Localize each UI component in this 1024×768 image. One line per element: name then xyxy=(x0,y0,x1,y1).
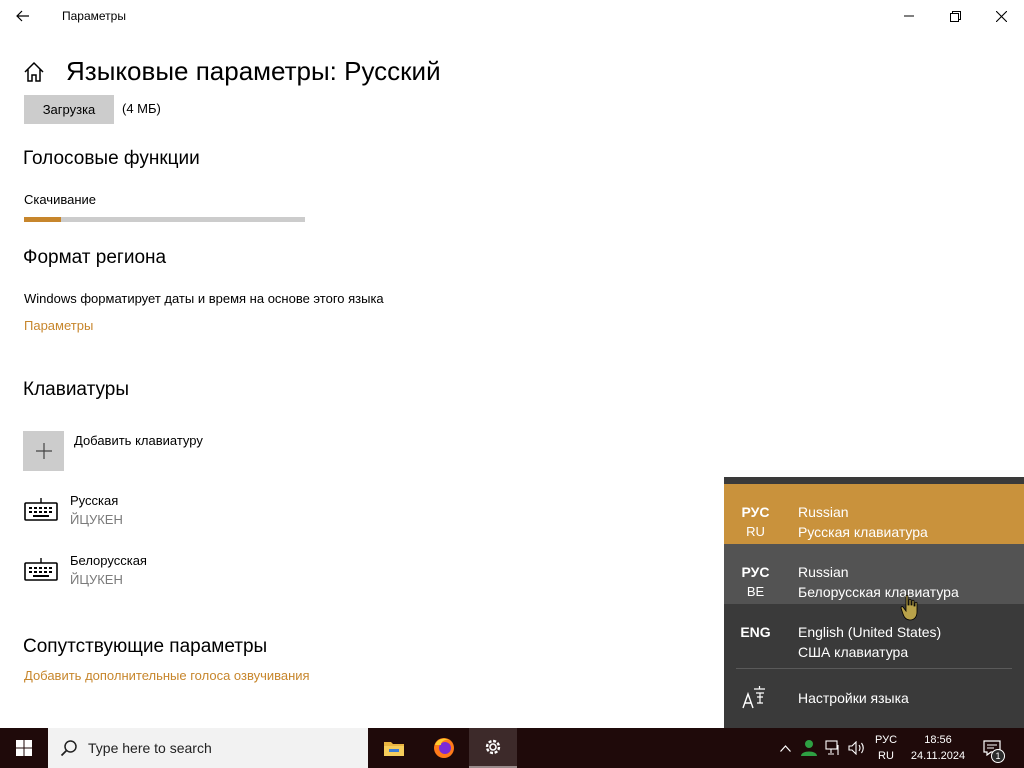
restore-icon xyxy=(949,10,961,22)
download-button[interactable]: Загрузка xyxy=(24,95,114,124)
close-icon xyxy=(995,10,1007,22)
taskbar-file-explorer[interactable] xyxy=(370,728,418,768)
download-progress-fill xyxy=(24,217,61,222)
lang-name: Russian xyxy=(798,504,849,520)
taskbar: Type here to search РУС RU 18:56 24.11.2… xyxy=(0,728,1024,768)
lang-keyboard: Русская клавиатура xyxy=(798,524,928,540)
minimize-icon xyxy=(904,15,914,17)
notification-badge: 1 xyxy=(991,749,1005,763)
chevron-up-icon xyxy=(779,744,791,752)
language-settings-link[interactable]: Настройки языка xyxy=(798,690,909,706)
flyout-separator xyxy=(736,668,1012,669)
language-settings-icon[interactable] xyxy=(741,684,767,710)
keyboard-icon xyxy=(24,558,58,581)
keyboards-heading: Клавиатуры xyxy=(23,379,130,400)
tray-input-language[interactable]: РУС RU xyxy=(868,732,904,764)
taskbar-search-box[interactable]: Type here to search xyxy=(48,728,368,768)
file-explorer-icon xyxy=(384,742,404,756)
mouse-cursor-icon xyxy=(900,594,918,621)
keyboard-name: Русская xyxy=(70,493,119,508)
download-status: Скачивание xyxy=(24,192,97,207)
download-size: (4 МБ) xyxy=(122,101,161,116)
maximize-button[interactable] xyxy=(932,0,978,32)
lang-abbr: РУС xyxy=(741,504,770,520)
voice-heading: Голосовые функции xyxy=(23,148,200,169)
lang-item-russian-ru[interactable]: РУС RU Russian Русская клавиатура xyxy=(724,484,1024,544)
plus-icon xyxy=(35,443,52,459)
lang-region: RU xyxy=(746,524,765,539)
lang-name: English (United States) xyxy=(798,624,942,640)
home-icon[interactable] xyxy=(23,61,45,83)
tray-lang-top: РУС xyxy=(874,734,898,746)
lang-abbr: ENG xyxy=(740,624,771,640)
search-icon xyxy=(60,740,77,757)
region-description: Windows форматирует даты и время на осно… xyxy=(24,291,384,306)
keyboard-layout: ЙЦУКЕН xyxy=(70,512,123,527)
title-bar: Параметры xyxy=(0,0,1024,32)
add-voices-link[interactable]: Добавить дополнительные голоса озвучиван… xyxy=(24,668,310,683)
taskbar-settings[interactable] xyxy=(469,728,517,768)
windows-logo-icon xyxy=(16,740,32,756)
keyboard-item-russian[interactable]: Русская ЙЦУКЕН xyxy=(24,491,324,535)
back-arrow-icon xyxy=(16,10,29,22)
keyboard-item-belarusian[interactable]: Белорусская ЙЦУКЕН xyxy=(24,551,324,595)
tray-volume[interactable] xyxy=(846,728,868,768)
start-button[interactable] xyxy=(0,728,48,768)
lang-name: Russian xyxy=(798,564,849,580)
close-button[interactable] xyxy=(978,0,1024,32)
lang-region: BE xyxy=(746,584,765,599)
region-heading: Формат региона xyxy=(23,247,167,268)
user-status-icon xyxy=(801,740,817,756)
lang-item-russian-be[interactable]: РУС BE Russian Белорусская клавиатура xyxy=(724,544,1024,604)
lang-abbr: РУС xyxy=(741,564,770,580)
download-progress-bar xyxy=(24,217,305,222)
region-settings-link[interactable]: Параметры xyxy=(24,318,93,333)
tray-date: 24.11.2024 xyxy=(910,750,966,762)
related-heading: Сопутствующие параметры xyxy=(23,636,268,657)
lang-keyboard: Белорусская клавиатура xyxy=(798,584,959,600)
add-keyboard-button[interactable] xyxy=(23,431,64,471)
language-flyout: РУС RU Russian Русская клавиатура РУС BE… xyxy=(724,477,1024,728)
keyboard-icon xyxy=(24,498,58,521)
tray-lang-bottom: RU xyxy=(878,750,894,762)
settings-gear-icon xyxy=(485,739,501,755)
tray-clock[interactable]: 18:56 24.11.2024 xyxy=(906,732,970,764)
minimize-button[interactable] xyxy=(886,0,932,32)
network-icon xyxy=(825,740,839,755)
tray-overflow-button[interactable] xyxy=(776,728,794,768)
speaker-icon xyxy=(848,741,864,755)
tray-network[interactable] xyxy=(822,728,844,768)
window-title: Параметры xyxy=(62,9,126,23)
taskbar-firefox[interactable] xyxy=(420,728,468,768)
keyboard-layout: ЙЦУКЕН xyxy=(70,572,123,587)
lang-item-english-us[interactable]: ENG English (United States) США клавиату… xyxy=(724,604,1024,664)
keyboard-name: Белорусская xyxy=(70,553,147,568)
search-placeholder: Type here to search xyxy=(88,740,212,756)
add-keyboard-label[interactable]: Добавить клавиатуру xyxy=(74,433,203,448)
tray-user-status[interactable] xyxy=(798,728,820,768)
lang-keyboard: США клавиатура xyxy=(798,644,909,660)
firefox-icon xyxy=(434,738,454,758)
tray-time: 18:56 xyxy=(924,734,952,746)
back-button[interactable] xyxy=(0,0,46,32)
page-title: Языковые параметры: Русский xyxy=(66,56,441,86)
